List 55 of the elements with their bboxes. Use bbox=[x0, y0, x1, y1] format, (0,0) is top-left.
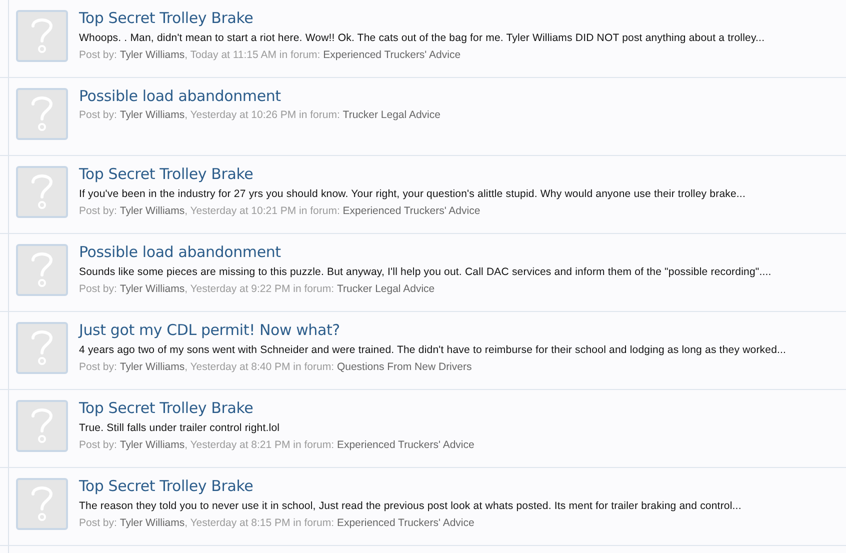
forum-link[interactable]: Trucker Legal Advice bbox=[342, 108, 440, 122]
forum-link[interactable]: Experienced Truckers' Advice bbox=[336, 516, 474, 530]
forum-link[interactable]: Experienced Truckers' Advice bbox=[342, 204, 480, 218]
forum-link[interactable]: Trucker Legal Advice bbox=[336, 282, 435, 296]
avatar-placeholder[interactable] bbox=[16, 244, 68, 296]
avatar-placeholder[interactable] bbox=[16, 400, 68, 452]
result-title-link[interactable]: Top Secret Trolley Brake bbox=[79, 477, 742, 495]
post-date: , Today at 11:15 AM in forum: bbox=[184, 48, 320, 62]
forum-link[interactable]: Experienced Truckers' Advice bbox=[336, 438, 474, 452]
author-link[interactable]: Tyler Williams bbox=[120, 360, 185, 374]
post-snippet: True. Still falls under trailer control right.lol bbox=[79, 421, 281, 435]
avatar-placeholder[interactable] bbox=[16, 478, 68, 530]
author-link[interactable]: Tyler Williams bbox=[120, 108, 185, 122]
meta-label: Post by: bbox=[79, 360, 117, 374]
post-snippet: Whoops. . Man, didn't mean to start a riot here. Wow!! Ok. The cats out of the bag for me. Tyler Williams DID NOT post anything about a trolley... bbox=[79, 31, 765, 45]
author-link[interactable]: Tyler Williams bbox=[120, 516, 185, 530]
question-mark-icon bbox=[29, 406, 55, 446]
avatar-placeholder[interactable] bbox=[16, 322, 68, 374]
question-mark-icon bbox=[29, 16, 55, 56]
forum-link[interactable]: Questions From New Drivers bbox=[336, 360, 472, 374]
meta-label: Post by: bbox=[79, 48, 117, 62]
question-mark-icon bbox=[29, 484, 55, 524]
question-mark-icon bbox=[29, 172, 55, 212]
result-title-link[interactable]: Just got my CDL permit! Now what? bbox=[79, 321, 786, 339]
author-link[interactable]: Tyler Williams bbox=[120, 204, 185, 218]
forum-link[interactable]: Experienced Truckers' Advice bbox=[323, 48, 461, 62]
meta-label: Post by: bbox=[79, 282, 117, 296]
question-mark-icon bbox=[29, 94, 55, 134]
post-snippet: Sounds like some pieces are missing to this puzzle. But anyway, I'll help you out. Call DAC services and inform them of the "possible recording".... bbox=[79, 265, 772, 279]
avatar-placeholder[interactable] bbox=[16, 10, 68, 62]
author-link[interactable]: Tyler Williams bbox=[120, 282, 185, 296]
post-date: , Yesterday at 9:22 PM in forum: bbox=[184, 282, 334, 296]
post-date: , Yesterday at 8:40 PM in forum: bbox=[184, 360, 334, 374]
meta-label: Post by: bbox=[79, 438, 117, 452]
post-snippet: The reason they told you to never use it in school, Just read the previous post look at whats posted. Its ment for trailer braking and control... bbox=[79, 499, 742, 513]
question-mark-icon bbox=[29, 328, 55, 368]
result-title-link[interactable]: Top Secret Trolley Brake bbox=[79, 165, 746, 183]
avatar-placeholder[interactable] bbox=[16, 166, 68, 218]
post-date: , Yesterday at 8:15 PM in forum: bbox=[184, 516, 334, 530]
result-title-link[interactable]: Possible load abandonment bbox=[79, 243, 772, 261]
result-title-link[interactable]: Top Secret Trolley Brake bbox=[79, 399, 474, 417]
post-date: , Yesterday at 8:21 PM in forum: bbox=[184, 438, 334, 452]
result-title-link[interactable]: Possible load abandonment bbox=[79, 87, 440, 105]
author-link[interactable]: Tyler Williams bbox=[120, 48, 185, 62]
post-date: , Yesterday at 10:26 PM in forum: bbox=[184, 108, 340, 122]
question-mark-icon bbox=[29, 250, 55, 290]
post-snippet: If you've been in the industry for 27 yrs you should know. Your right, your question's alittle stupid. Why would anyone use their trolley brake... bbox=[79, 187, 746, 201]
post-snippet: 4 years ago two of my sons went with Schneider and were trained. The didn't have to reimburse for their school and lodging as long as they worked... bbox=[79, 343, 786, 357]
author-link[interactable]: Tyler Williams bbox=[120, 438, 185, 452]
meta-label: Post by: bbox=[79, 108, 117, 122]
post-date: , Yesterday at 10:21 PM in forum: bbox=[184, 204, 340, 218]
meta-label: Post by: bbox=[79, 516, 117, 530]
meta-label: Post by: bbox=[79, 204, 117, 218]
avatar-placeholder[interactable] bbox=[16, 88, 68, 140]
result-title-link[interactable]: Top Secret Trolley Brake bbox=[79, 9, 765, 27]
